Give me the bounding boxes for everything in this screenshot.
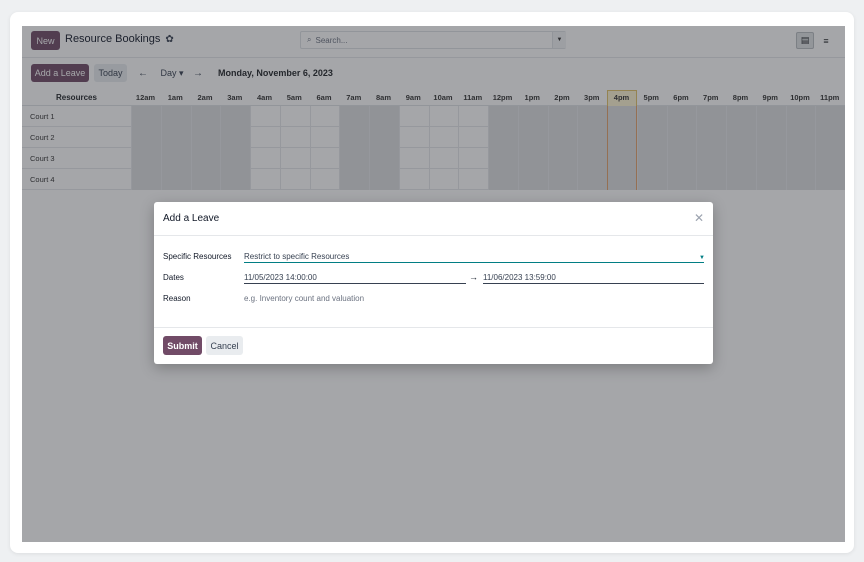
dialog-title: Add a Leave bbox=[163, 213, 220, 224]
specific-resources-label: Specific Resources bbox=[163, 252, 232, 261]
submit-button[interactable]: Submit bbox=[163, 336, 202, 355]
dates-label: Dates bbox=[163, 273, 184, 282]
cancel-button[interactable]: Cancel bbox=[206, 336, 243, 355]
close-icon[interactable]: ✕ bbox=[694, 211, 704, 225]
caret-down-icon[interactable]: ▼ bbox=[699, 255, 705, 261]
arrow-right-icon: → bbox=[469, 272, 478, 282]
date-start-value: 11/05/2023 14:00:00 bbox=[244, 273, 317, 282]
date-end-field[interactable]: 11/06/2023 13:59:00 bbox=[483, 273, 704, 284]
specific-resources-field[interactable]: Restrict to specific Resources bbox=[244, 252, 704, 263]
specific-resources-placeholder: Restrict to specific Resources bbox=[244, 252, 350, 261]
reason-field[interactable]: e.g. Inventory count and valuation bbox=[244, 294, 364, 303]
add-leave-dialog: Add a Leave ✕ Specific Resources Restric… bbox=[154, 202, 713, 364]
reason-label: Reason bbox=[163, 294, 191, 303]
dialog-header-divider bbox=[154, 235, 713, 236]
date-start-field[interactable]: 11/05/2023 14:00:00 bbox=[244, 273, 466, 284]
dialog-footer-divider bbox=[154, 327, 713, 328]
date-end-value: 11/06/2023 13:59:00 bbox=[483, 273, 556, 282]
